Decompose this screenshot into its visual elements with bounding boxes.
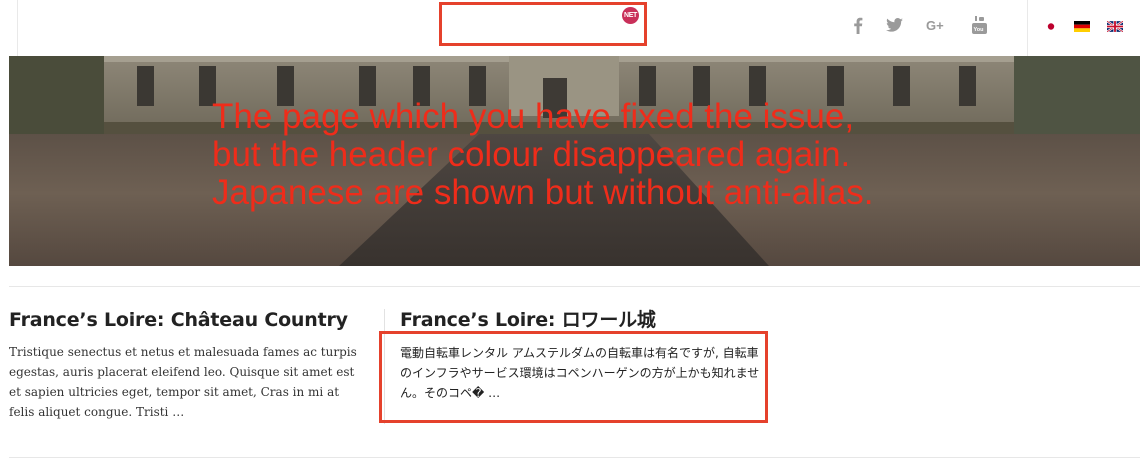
svg-text:G+: G+	[926, 18, 944, 32]
site-logo[interactable]	[439, 2, 647, 46]
japanese-flag-icon[interactable]	[1043, 21, 1059, 32]
annotation-line: The page which you have fixed the issue,	[212, 97, 855, 136]
header-divider-right	[1027, 0, 1028, 56]
hero-banner: The page which you have fixed the issue,…	[9, 56, 1140, 266]
post-excerpt: Tristique senectus et netus et malesuada…	[9, 345, 357, 419]
section-divider	[9, 457, 1140, 458]
uk-flag-icon[interactable]	[1107, 21, 1123, 32]
site-header: NET G+ You	[0, 0, 1140, 56]
section-divider	[9, 286, 1140, 287]
annotation-line: but the header colour disappeared again.	[212, 135, 851, 174]
annotation-line: Japanese are shown but without anti-alia…	[212, 173, 874, 212]
annotation-note: The page which you have fixed the issue,…	[212, 98, 874, 212]
post-excerpt: 電動自転車レンタル アムステルダムの自転車は有名ですが, 自転車のインフラやサー…	[400, 346, 760, 400]
header-divider-left	[17, 0, 18, 56]
youtube-icon[interactable]: You	[969, 15, 989, 35]
net-badge: NET	[622, 7, 639, 24]
google-plus-icon[interactable]: G+	[925, 15, 949, 35]
post-title-link[interactable]: France’s Loire: ロワール城	[400, 308, 656, 332]
facebook-icon[interactable]	[850, 15, 866, 35]
german-flag-icon[interactable]	[1074, 21, 1090, 32]
twitter-icon[interactable]	[884, 15, 904, 35]
post-title-link[interactable]: France’s Loire: Château Country	[9, 308, 348, 332]
svg-text:You: You	[973, 27, 983, 33]
